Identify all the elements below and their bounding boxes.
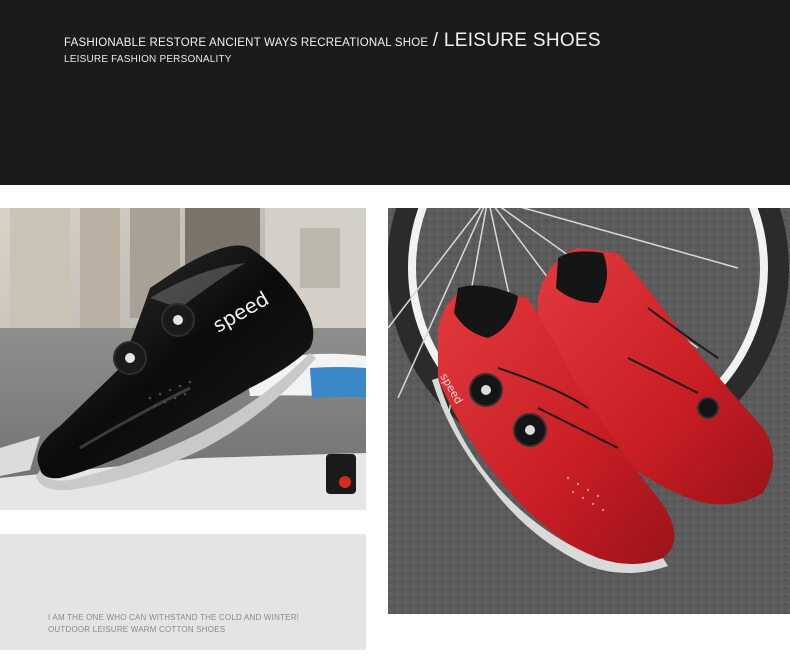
banner-title-big: / LEISURE SHOES xyxy=(432,30,601,51)
banner-title: FASHIONABLE RESTORE ANCIENT WAYS RECREAT… xyxy=(64,30,601,52)
caption-line-1: I AM THE ONE WHO CAN WITHSTAND THE COLD … xyxy=(48,613,300,622)
black-shoe-photo: speed xyxy=(0,208,366,510)
header-banner: FASHIONABLE RESTORE ANCIENT WAYS RECREAT… xyxy=(0,0,790,185)
banner-subtitle: LEISURE FASHION PERSONALITY xyxy=(64,54,232,65)
black-shoe-illustration: speed xyxy=(0,208,366,510)
red-shoes-photo: speed xyxy=(388,208,790,614)
caption-box: I AM THE ONE WHO CAN WITHSTAND THE COLD … xyxy=(0,534,366,650)
red-shoes-illustration: speed xyxy=(388,208,790,614)
caption-line-2: OUTDOOR LEISURE WARM COTTON SHOES xyxy=(48,625,226,634)
banner-title-small: FASHIONABLE RESTORE ANCIENT WAYS RECREAT… xyxy=(64,37,429,49)
